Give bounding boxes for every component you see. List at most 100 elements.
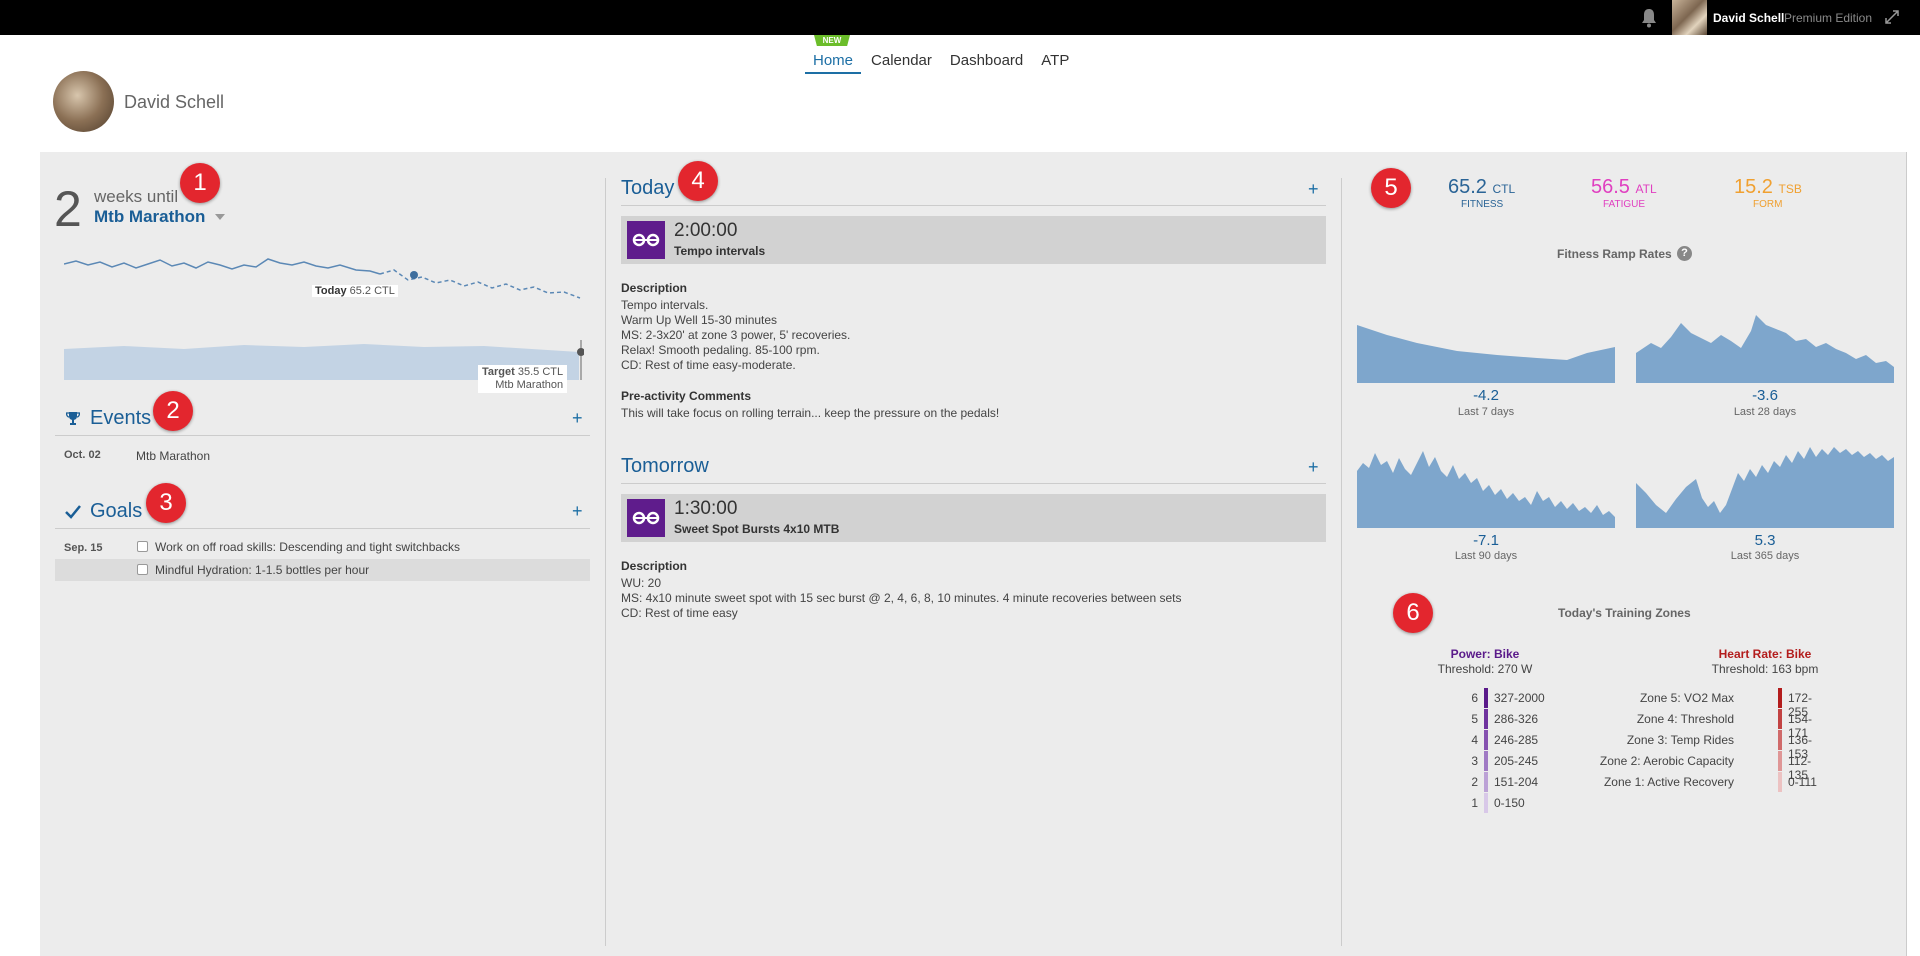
ramp-value: -7.1	[1473, 532, 1499, 549]
bike-icon	[627, 499, 665, 537]
today-description-line: Warm Up Well 15-30 minutes	[621, 313, 778, 327]
hr-zone-range: 0-111	[1788, 775, 1817, 789]
column-divider	[605, 178, 606, 946]
hr-zone-bar	[1778, 772, 1782, 792]
power-zone-row: 6 327-2000	[1460, 688, 1580, 709]
hr-zone-bar	[1778, 709, 1782, 729]
event-selector[interactable]: Mtb Marathon	[94, 207, 205, 227]
hr-zone-name: Zone 5: VO2 Max	[1639, 691, 1734, 705]
goal-checkbox[interactable]	[137, 564, 148, 575]
ramp-value: 5.3	[1754, 532, 1776, 549]
callout-badge-2: 2	[153, 391, 193, 431]
scrollbar[interactable]	[1906, 152, 1920, 956]
goal-checkbox[interactable]	[137, 541, 148, 552]
ramp-period: Last 7 days	[1457, 406, 1515, 418]
ramp-chart-90-days	[1357, 451, 1615, 528]
notification-bell-icon[interactable]	[1640, 8, 1658, 28]
fatigue-label: FATIGUE	[1603, 199, 1646, 210]
power-zone-bar	[1484, 730, 1488, 750]
power-zone-row: 1 0-150	[1460, 793, 1580, 814]
power-zone-range: 205-245	[1494, 754, 1539, 768]
hr-zone-name: Zone 4: Threshold	[1636, 712, 1734, 726]
hr-zone-name: Zone 2: Aerobic Capacity	[1599, 754, 1734, 768]
today-description-label: Description	[621, 281, 688, 295]
tomorrow-description-line: CD: Rest of time easy	[621, 606, 738, 620]
hr-threshold: Threshold: 163 bpm	[1711, 662, 1819, 676]
callout-badge-4: 4	[678, 161, 718, 201]
goal-text[interactable]: Mindful Hydration: 1-1.5 bottles per hou…	[155, 563, 369, 577]
tomorrow-divider	[621, 483, 1326, 484]
nav-calendar[interactable]: Calendar	[863, 50, 940, 74]
power-zone-number: 3	[1471, 754, 1478, 768]
training-zones-title: Today's Training Zones	[1558, 606, 1691, 620]
power-zone-bar	[1484, 772, 1488, 792]
form-label: FORM	[1753, 199, 1783, 210]
form-value: 15.2 TSB	[1734, 176, 1802, 198]
top-user-name[interactable]: David Schell	[1713, 11, 1784, 25]
profile-name: David Schell	[124, 92, 225, 112]
help-icon[interactable]: ?	[1677, 246, 1692, 261]
events-title: Events	[90, 407, 152, 429]
hr-zone-row: Zone 3: Temp Rides 136-153	[1620, 730, 1830, 761]
callout-badge-6: 6	[1393, 593, 1433, 633]
today-description-line: Tempo intervals.	[621, 298, 709, 312]
ctl-projection-line	[379, 269, 581, 299]
add-today-workout-button[interactable]: +	[1308, 179, 1319, 200]
power-threshold: Threshold: 270 W	[1437, 662, 1533, 676]
callout-badge-3: 3	[146, 483, 186, 523]
weeks-until-label: weeks until	[94, 187, 179, 206]
tomorrow-description-line: MS: 4x10 minute sweet spot with 15 sec b…	[621, 591, 1182, 605]
tomorrow-title: Tomorrow	[621, 455, 709, 477]
power-zone-row: 4 246-285	[1460, 730, 1580, 751]
new-tag: NEW	[814, 35, 850, 46]
power-zone-row: 2 151-204	[1460, 772, 1580, 793]
tomorrow-workout-name: Sweet Spot Bursts 4x10 MTB	[674, 522, 840, 536]
goal-text[interactable]: Work on off road skills: Descending and …	[155, 540, 460, 554]
callout-badge-5: 5	[1371, 168, 1411, 208]
add-goal-button[interactable]: +	[572, 501, 583, 522]
add-event-button[interactable]: +	[572, 408, 583, 429]
hr-zone-row: Zone 5: VO2 Max 172-255	[1620, 688, 1830, 719]
pre-activity-comments-label: Pre-activity Comments	[621, 389, 752, 403]
power-zone-number: 6	[1471, 691, 1478, 705]
callout-badge-1: 1	[180, 163, 220, 203]
nav-atp[interactable]: ATP	[1033, 50, 1077, 74]
user-avatar[interactable]	[1672, 0, 1707, 35]
expand-icon[interactable]	[1884, 9, 1900, 25]
power-zone-number: 5	[1471, 712, 1478, 726]
power-zone-range: 327-2000	[1494, 691, 1545, 705]
ramp-chart-7-days	[1357, 325, 1615, 383]
power-zones-title: Power: Bike	[1450, 647, 1520, 661]
ramp-value: -3.6	[1752, 387, 1778, 404]
today-workout-card[interactable]: 2:00:00 Tempo intervals	[621, 216, 1326, 264]
nav-home[interactable]: Home	[805, 50, 862, 74]
today-description-line: Relax! Smooth pedaling. 85-100 rpm.	[621, 343, 820, 357]
main-nav: Home Calendar Dashboard ATP	[805, 50, 1079, 74]
weeks-count: 2	[54, 181, 82, 237]
checkmark-icon	[65, 505, 81, 519]
power-zone-row: 5 286-326	[1460, 709, 1580, 730]
hr-zone-row: Zone 4: Threshold 154-171	[1620, 709, 1830, 740]
trophy-icon	[66, 412, 80, 425]
event-date: Oct. 02	[64, 449, 101, 461]
ramp-chart-28-days	[1636, 315, 1894, 383]
top-bar: David Schell Premium Edition	[0, 0, 1920, 35]
ctl-history-line	[64, 258, 381, 275]
target-ctl-label: Target 35.5 CTL Mtb Marathon	[478, 365, 568, 393]
tomorrow-workout-card[interactable]: 1:30:00 Sweet Spot Bursts 4x10 MTB	[621, 494, 1326, 542]
today-duration: 2:00:00	[674, 220, 738, 241]
tomorrow-description-label: Description	[621, 559, 688, 573]
events-divider	[55, 435, 590, 436]
today-workout-name: Tempo intervals	[674, 244, 766, 258]
hr-zone-name: Zone 3: Temp Rides	[1626, 733, 1734, 747]
bike-icon	[627, 221, 665, 259]
tomorrow-duration: 1:30:00	[674, 498, 738, 519]
chevron-down-icon[interactable]	[215, 214, 225, 220]
nav-dashboard[interactable]: Dashboard	[942, 50, 1031, 74]
fatigue-value: 56.5 ATL	[1591, 176, 1657, 198]
event-item[interactable]: Mtb Marathon	[136, 449, 210, 463]
power-zone-bar	[1484, 793, 1488, 813]
add-tomorrow-workout-button[interactable]: +	[1308, 457, 1319, 478]
hr-zone-row: Zone 2: Aerobic Capacity 112-135	[1600, 751, 1830, 782]
profile-avatar[interactable]	[53, 71, 114, 132]
